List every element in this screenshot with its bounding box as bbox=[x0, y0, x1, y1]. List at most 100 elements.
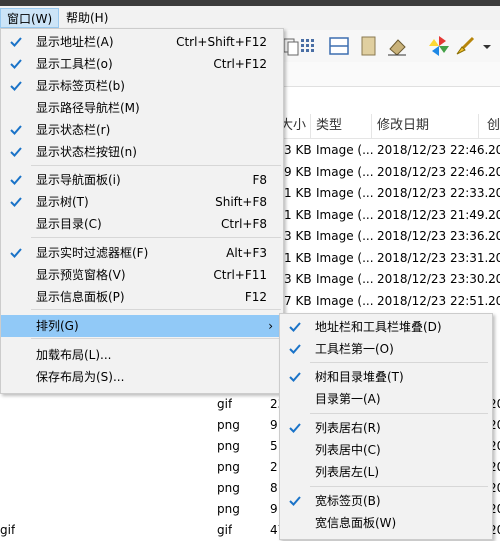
arrange-menu-item[interactable]: 工具栏第一(O) bbox=[280, 338, 492, 360]
table-row[interactable]: 9 KB Image (... 2018/12/23 22:46... 20 bbox=[280, 162, 500, 183]
arrange-menu-item[interactable]: 列表居右(R) bbox=[280, 417, 492, 439]
window-menu-item[interactable]: 显示预览窗格(V) Ctrl+F11 bbox=[1, 264, 283, 286]
arrange-menu-item[interactable]: 宽信息面板(W) bbox=[280, 512, 492, 534]
menu-item-shortcut: Ctrl+F12 bbox=[213, 57, 267, 71]
menu-window[interactable]: 窗口(W) bbox=[0, 8, 60, 28]
chevron-down-icon[interactable] bbox=[480, 35, 494, 57]
checkmark-icon bbox=[288, 370, 302, 384]
window-menu-item[interactable]: 显示信息面板(P) F12 bbox=[1, 286, 283, 308]
pinwheel-icon[interactable] bbox=[428, 35, 450, 57]
table-row[interactable]: 1 KB Image (... 2018/12/23 23:31... 20 bbox=[280, 248, 500, 269]
arrange-menu-item[interactable]: 列表居中(C) bbox=[280, 439, 492, 461]
cell-modified: 2018/12/23 22:33... bbox=[377, 186, 497, 200]
panel-icon[interactable] bbox=[358, 35, 380, 57]
col-divider bbox=[371, 114, 372, 138]
grid-view-icon[interactable] bbox=[298, 35, 320, 57]
window-menu-item[interactable]: 显示地址栏(A) Ctrl+Shift+F12 bbox=[1, 31, 283, 53]
menu-item-label: 显示路径导航栏(M) bbox=[36, 101, 140, 115]
cell-ext: gif bbox=[217, 523, 233, 537]
col-created-header[interactable]: 创 bbox=[487, 114, 500, 138]
checkmark-icon bbox=[9, 79, 23, 93]
toolbar bbox=[280, 30, 500, 62]
menu-help[interactable]: 帮助(H) bbox=[60, 8, 114, 28]
window-menu-item[interactable]: 显示导航面板(i) F8 bbox=[1, 169, 283, 191]
window-menu-item[interactable]: 显示状态栏按钮(n) bbox=[1, 141, 283, 163]
cell-size: 1 KB bbox=[284, 207, 312, 222]
cell-ext: gif bbox=[217, 397, 233, 411]
col-divider bbox=[478, 114, 479, 138]
window-menu-item[interactable]: 显示工具栏(o) Ctrl+F12 bbox=[1, 53, 283, 75]
cell-name: gif bbox=[0, 523, 16, 537]
cell-type: Image (... bbox=[316, 229, 374, 243]
cell-modified: 2018/12/23 22:46... bbox=[377, 143, 497, 157]
cell-type: Image (... bbox=[316, 143, 374, 157]
menu-item-shortcut: Ctrl+F8 bbox=[221, 217, 267, 231]
menu-item-label: 保存布局为(S)... bbox=[36, 370, 125, 384]
table-row[interactable]: 1 KB Image (... 2018/12/23 22:33... 20 bbox=[280, 183, 500, 204]
table-row[interactable]: 7 KB Image (... 2018/12/23 22:51... 20 bbox=[280, 291, 500, 312]
brush-icon[interactable] bbox=[454, 35, 476, 57]
window-menu-item[interactable]: 保存布局为(S)... bbox=[1, 366, 283, 388]
table-row[interactable]: 3 KB Image (... 2018/12/23 22:46... 20 bbox=[280, 140, 500, 161]
cell-size: 3 KB bbox=[284, 143, 312, 157]
menu-item-label: 加载布局(L)... bbox=[36, 348, 112, 362]
window-menu-item[interactable]: 加载布局(L)... bbox=[1, 344, 283, 366]
window-menu-item[interactable]: 显示状态栏(r) bbox=[1, 119, 283, 141]
cell-size: 3 KB bbox=[284, 229, 312, 243]
table-row[interactable]: 3 KB Image (... 2018/12/23 23:36... 20 bbox=[280, 226, 500, 247]
menu-separator bbox=[310, 413, 488, 414]
window-menu-item[interactable]: 显示实时过滤器框(F) Alt+F3 bbox=[1, 242, 283, 264]
cell-type: Image (... bbox=[316, 272, 374, 286]
cell-modified: 2018/12/23 23:30... bbox=[377, 272, 497, 286]
menu-separator bbox=[310, 362, 488, 363]
menu-item-shortcut: Ctrl+F11 bbox=[213, 268, 267, 282]
menu-item-label: 显示标签页栏(b) bbox=[36, 79, 125, 93]
menu-item-label: 显示导航面板(i) bbox=[36, 173, 121, 187]
window-menu-item[interactable]: 排列(G) › bbox=[1, 315, 283, 337]
menu-item-shortcut: F8 bbox=[252, 173, 267, 187]
menu-item-label: 显示地址栏(A) bbox=[36, 35, 114, 49]
cell-modified: 2018/12/23 23:31... bbox=[377, 250, 497, 265]
checkmark-icon bbox=[9, 246, 23, 260]
arrange-menu-item[interactable]: 列表居左(L) bbox=[280, 461, 492, 483]
cell-created: 20 bbox=[488, 229, 500, 243]
table-row[interactable]: 3 KB Image (... 2018/12/23 23:30... 20 bbox=[280, 269, 500, 290]
menu-item-label: 显示信息面板(P) bbox=[36, 290, 125, 304]
cell-created: 20 bbox=[488, 272, 500, 286]
table-row[interactable]: 1 KB Image (... 2018/12/23 21:49... 20 bbox=[280, 205, 500, 226]
window-menu-item[interactable]: 显示路径导航栏(M) bbox=[1, 97, 283, 119]
window-menu-item[interactable]: 显示树(T) Shift+F8 bbox=[1, 191, 283, 213]
arrange-menu-item[interactable]: 目录第一(A) bbox=[280, 388, 492, 410]
cell-size: 1 KB bbox=[284, 186, 312, 200]
menu-item-label: 显示实时过滤器框(F) bbox=[36, 246, 149, 260]
checkmark-icon bbox=[9, 35, 23, 49]
arrange-menu-item[interactable]: 地址栏和工具栏堆叠(D) bbox=[280, 316, 492, 338]
cell-created: 20 bbox=[488, 186, 500, 200]
cell-modified: 2018/12/23 23:36... bbox=[377, 229, 497, 243]
cell-ext: png bbox=[217, 418, 240, 432]
cell-size: 8 bbox=[270, 481, 278, 495]
menu-item-label: 显示状态栏按钮(n) bbox=[36, 145, 137, 159]
arrange-menu-item[interactable]: 树和目录堆叠(T) bbox=[280, 366, 492, 388]
col-type-header[interactable]: 类型 bbox=[316, 114, 342, 138]
cell-modified: 2018/12/23 22:46... bbox=[377, 164, 497, 179]
eraser-icon[interactable] bbox=[386, 35, 408, 57]
menu-item-label: 宽信息面板(W) bbox=[315, 516, 397, 530]
col-modified-header[interactable]: 修改日期 bbox=[377, 114, 429, 138]
cell-size: 9 KB bbox=[284, 164, 312, 179]
checkmark-icon bbox=[288, 342, 302, 356]
menu-item-label: 排列(G) bbox=[36, 319, 79, 333]
cell-type: Image (... bbox=[316, 164, 374, 179]
menu-item-label: 显示状态栏(r) bbox=[36, 123, 111, 137]
window-menu-item[interactable]: 显示目录(C) Ctrl+F8 bbox=[1, 213, 283, 235]
menu-item-shortcut: F12 bbox=[244, 290, 267, 304]
cell-type: Image (... bbox=[316, 186, 374, 200]
cell-ext: png bbox=[217, 460, 240, 474]
checkmark-icon bbox=[9, 123, 23, 137]
menu-item-label: 列表居中(C) bbox=[315, 443, 381, 457]
submenu-arrow-icon: › bbox=[268, 319, 273, 333]
cell-size: 1 KB bbox=[284, 250, 312, 265]
window-menu-item[interactable]: 显示标签页栏(b) bbox=[1, 75, 283, 97]
arrange-menu-item[interactable]: 宽标签页(B) bbox=[280, 490, 492, 512]
split-horizontal-icon[interactable] bbox=[328, 35, 350, 57]
